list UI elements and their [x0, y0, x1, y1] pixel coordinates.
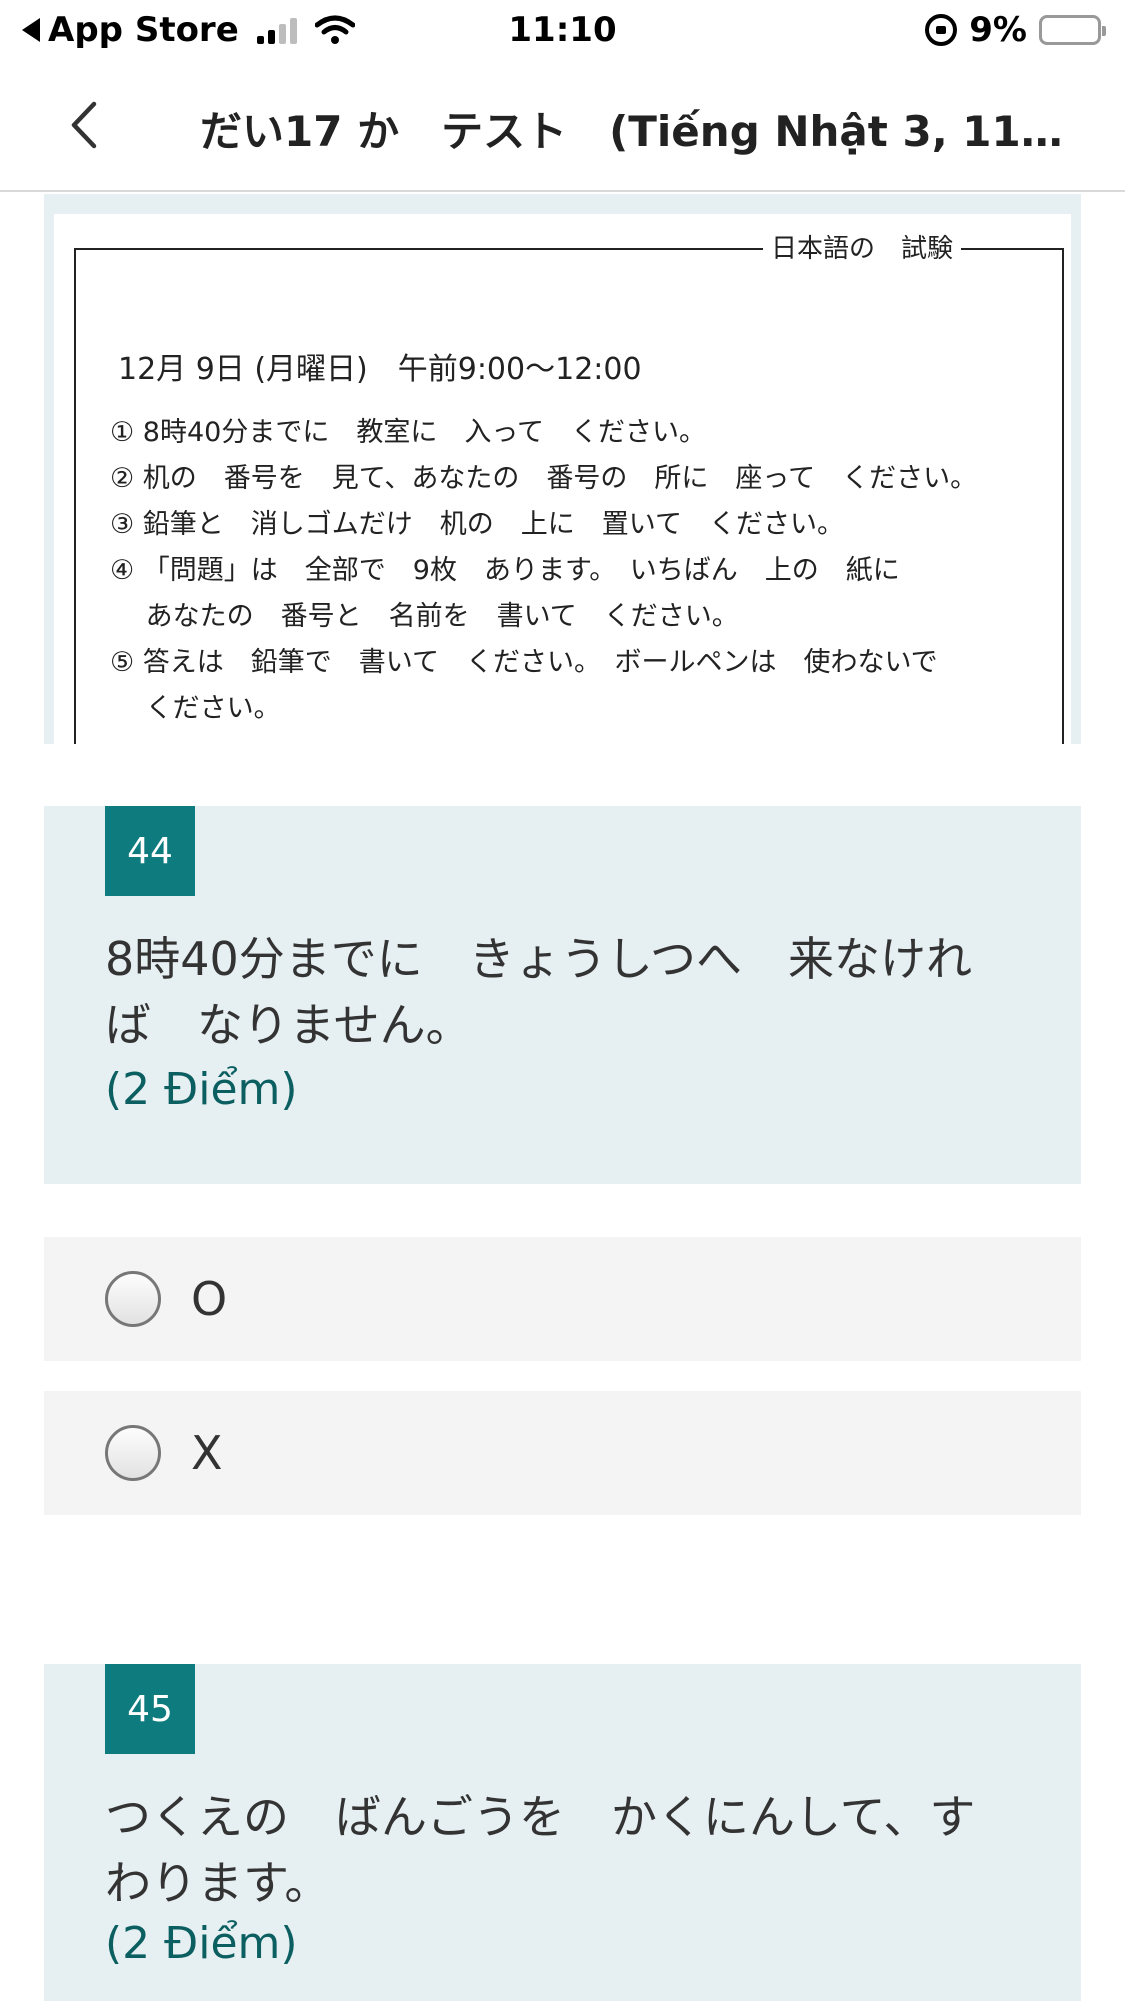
exam-line: あなたの 番号と 名前を 書いて ください。 — [110, 601, 739, 632]
question-text: つくえの ばんごうを かくにんして、すわります。 — [105, 1790, 976, 1910]
orientation-lock-icon — [925, 14, 958, 46]
question-text: 8時40分までに きょうしつへ 来なければ なりません。 — [105, 932, 973, 1052]
question-points: (2 Điểm) — [105, 1064, 298, 1115]
answer-option-o[interactable]: O — [44, 1237, 1081, 1361]
status-bar: App Store 11:10 9% — [0, 0, 1125, 62]
exam-line: ⑤ 答えは 鉛筆で 書いて ください。 ボールペンは 使わないで — [110, 647, 938, 678]
exam-line: ④ 「問題」は 全部で 9枚 あります。 いちばん 上の 紙に — [110, 555, 900, 586]
chevron-left-icon[interactable] — [60, 98, 114, 152]
exam-header-label: 日本語の 試験 — [762, 228, 961, 265]
exam-line: ください。 — [110, 693, 281, 724]
radio-button[interactable] — [105, 1271, 161, 1327]
question-card-45: 45 つくえの ばんごうを かくにんして、すわります。 (2 Điểm) — [44, 1664, 1081, 2001]
question-image-card: 日本語の 試験 12月 9日 (月曜日) 午前9:00～12:00 ① 8時40… — [44, 194, 1081, 744]
question-number-badge: 45 — [105, 1664, 195, 1754]
question-card-44: 44 8時40分までに きょうしつへ 来なければ なりません。 (2 Điểm) — [44, 806, 1081, 1184]
question-points: (2 Điểm) — [105, 1918, 298, 1969]
page-title: だい17 か テスト (Tiếng Nhật 3, 118... — [200, 107, 1080, 156]
battery-percent: 9% — [969, 10, 1027, 50]
question-number-badge: 44 — [105, 806, 195, 896]
exam-line: ③ 鉛筆と 消しゴムだけ 机の 上に 置いて ください。 — [110, 509, 844, 540]
exam-instruction-list: ① 8時40分までに 教室に 入って ください。 ② 机の 番号を 見て、あなた… — [110, 410, 1070, 732]
battery-icon — [1039, 15, 1106, 45]
option-label: X — [191, 1426, 223, 1480]
answer-option-x[interactable]: X — [44, 1391, 1081, 1515]
navigation-bar: だい17 か テスト (Tiếng Nhật 3, 118... — [0, 62, 1125, 192]
exam-date-line: 12月 9日 (月曜日) 午前9:00～12:00 — [118, 352, 642, 387]
exam-instructions-image: 日本語の 試験 12月 9日 (月曜日) 午前9:00～12:00 ① 8時40… — [54, 214, 1071, 744]
exam-line: ① 8時40分までに 教室に 入って ください。 — [110, 417, 706, 448]
exam-line: ② 机の 番号を 見て、あなたの 番号の 所に 座って ください。 — [110, 463, 978, 494]
option-label: O — [191, 1272, 228, 1326]
radio-button[interactable] — [105, 1425, 161, 1481]
